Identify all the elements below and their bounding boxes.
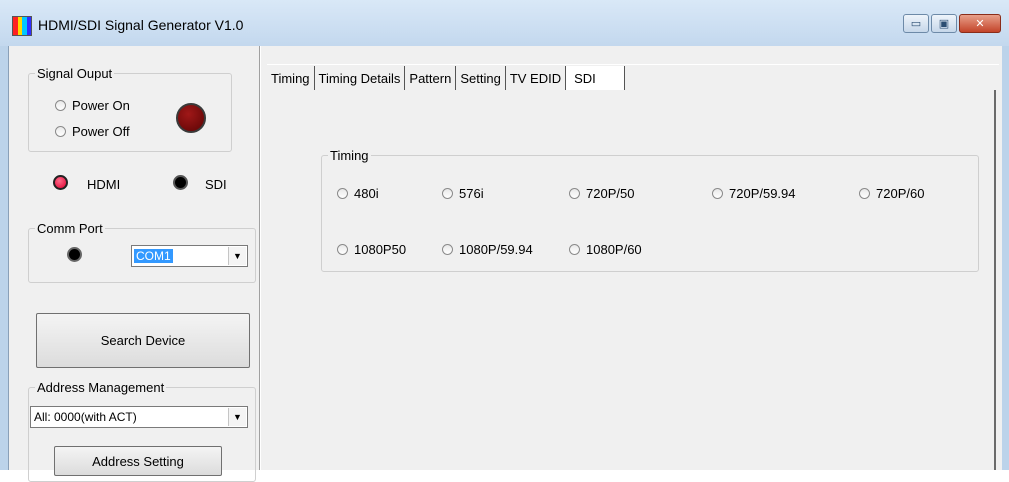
timing-radio-720p5994[interactable]: 720P/59.94 [712,186,796,201]
power-on-radio[interactable]: Power On [55,98,130,113]
sdi-led [173,175,188,190]
tab-tv-edid[interactable]: TV EDID [506,66,567,90]
sdi-label: SDI [205,177,227,192]
tab-sdi[interactable]: SDI [566,66,625,90]
sidebar: Signal Ouput Power On Power Off HDMI SDI… [9,46,259,482]
sdi-tab-panel: Timing 480i 576i 720P/50 720P/59.94 720P… [267,90,996,470]
radio-icon [55,100,66,111]
timing-option-label: 1080P/60 [586,242,642,257]
radio-icon [569,188,580,199]
tab-setting[interactable]: Setting [456,66,506,90]
sdi-timing-group: Timing [321,148,979,272]
radio-icon [442,244,453,255]
title-bar[interactable]: HDMI/SDI Signal Generator V1.0 ▭ ▣ ✕ [0,0,1009,46]
timing-radio-480i[interactable]: 480i [337,186,379,201]
hdmi-led [53,175,68,190]
timing-option-label: 720P/60 [876,186,925,201]
address-setting-button[interactable]: Address Setting [54,446,222,476]
power-status-led [176,103,206,133]
radio-icon [859,188,870,199]
address-value: All: 0000(with ACT) [34,410,137,424]
minimize-button[interactable]: ▭ [903,14,929,33]
timing-option-label: 576i [459,186,484,201]
power-off-radio[interactable]: Power Off [55,124,130,139]
comm-port-select[interactable]: COM1 ▼ [131,245,248,267]
tab-header-line [267,64,999,65]
sdi-timing-legend: Timing [330,148,369,163]
radio-icon [337,244,348,255]
address-management-legend: Address Management [37,380,165,395]
search-device-button[interactable]: Search Device [36,313,250,368]
timing-option-label: 720P/59.94 [729,186,796,201]
window-controls: ▭ ▣ ✕ [901,14,1001,33]
timing-option-label: 480i [354,186,379,201]
close-button[interactable]: ✕ [959,14,1001,33]
address-select[interactable]: All: 0000(with ACT) ▼ [30,406,248,428]
radio-icon [55,126,66,137]
timing-option-label: 1080P50 [354,242,407,257]
app-window: HDMI/SDI Signal Generator V1.0 ▭ ▣ ✕ Sig… [0,0,1009,482]
tab-timing[interactable]: Timing [267,66,315,90]
timing-option-label: 1080P/59.94 [459,242,533,257]
power-on-label: Power On [72,98,130,113]
chevron-down-icon[interactable]: ▼ [228,408,246,426]
chevron-down-icon[interactable]: ▼ [228,247,246,265]
comm-port-legend: Comm Port [37,221,103,236]
tab-pattern[interactable]: Pattern [405,66,457,90]
window-title: HDMI/SDI Signal Generator V1.0 [38,17,244,33]
timing-radio-1080p5994[interactable]: 1080P/59.94 [442,242,533,257]
comm-port-value: COM1 [134,249,173,263]
timing-radio-1080p50[interactable]: 1080P50 [337,242,406,257]
timing-radio-1080p60[interactable]: 1080P/60 [569,242,642,257]
app-icon [12,16,32,36]
radio-icon [442,188,453,199]
radio-icon [712,188,723,199]
radio-icon [337,188,348,199]
panel-divider [259,46,261,470]
hdmi-label: HDMI [87,177,121,192]
tab-timing-details[interactable]: Timing Details [315,66,406,90]
maximize-button[interactable]: ▣ [931,14,957,33]
tab-strip: Timing Timing Details Pattern Setting TV… [267,66,625,90]
comm-port-led [67,247,82,262]
signal-output-legend: Signal Ouput [37,66,113,81]
timing-radio-720p50[interactable]: 720P/50 [569,186,634,201]
timing-radio-720p60[interactable]: 720P/60 [859,186,924,201]
timing-option-label: 720P/50 [586,186,635,201]
power-off-label: Power Off [72,124,130,139]
timing-radio-576i[interactable]: 576i [442,186,484,201]
radio-icon [569,244,580,255]
client-area: Signal Ouput Power On Power Off HDMI SDI… [8,46,1002,482]
